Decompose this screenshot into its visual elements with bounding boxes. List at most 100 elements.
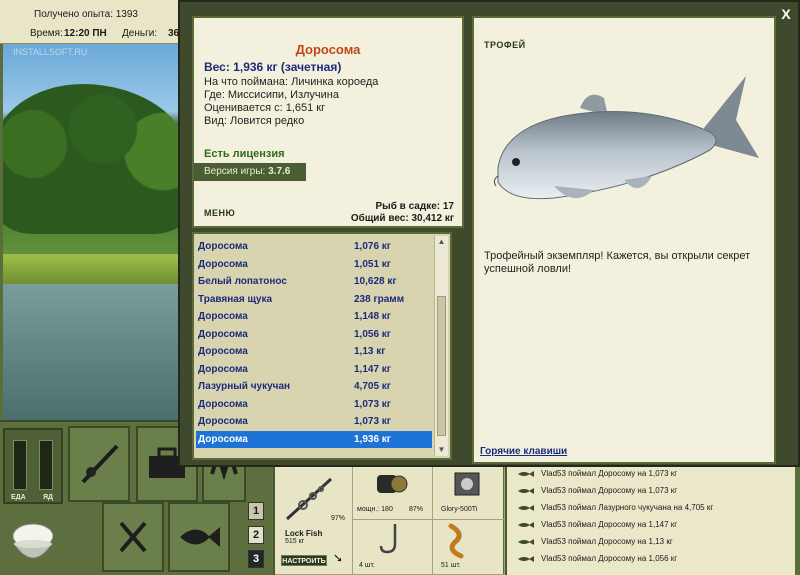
catch-fish-name: Доросома xyxy=(198,311,248,322)
catch-row[interactable]: Доросома 1,148 кг xyxy=(196,308,432,325)
cage-count: Рыб в садке: 17 xyxy=(375,201,454,212)
catch-fish-name: Лазурный чукучан xyxy=(198,381,291,392)
catch-row[interactable]: Доросома 1,056 кг xyxy=(196,326,432,343)
catch-row[interactable]: Доросома 1,936 кг xyxy=(196,430,432,448)
scroll-up-icon[interactable]: ▲ xyxy=(435,236,448,248)
reel-power: мощн.: 180 xyxy=(357,506,393,513)
kind-text: Вид: Ловится редко xyxy=(204,115,305,127)
trophy-panel: ТРОФЕЙ Трофейный экземпляр! Кажется, вы … xyxy=(472,16,776,464)
slot-1-button[interactable]: 1 xyxy=(248,502,264,520)
fish-name: Доросома xyxy=(295,42,361,57)
water xyxy=(3,284,179,420)
trophy-text: Трофейный экземпляр! Кажется, вы открыли… xyxy=(484,250,751,275)
tackle-inventory: 97% Lock Fish 515 кг НАСТРОИТЬ ➘ мощн.: … xyxy=(273,465,505,575)
reel-slot[interactable]: мощн.: 180 87% xyxy=(353,465,433,520)
catch-fish-weight: 1,051 кг xyxy=(354,258,391,270)
catch-row[interactable]: Доросома 1,073 кг xyxy=(196,396,432,413)
rod-slot[interactable]: 97% Lock Fish 515 кг НАСТРОИТЬ ➘ xyxy=(275,465,353,575)
bait-slot[interactable]: 51 шт. xyxy=(433,520,505,575)
catch-fish-weight: 10,628 кг xyxy=(354,276,397,287)
catch-row[interactable]: Травяная щука 238 грамм xyxy=(196,291,432,308)
catch-fish-weight: 238 грамм xyxy=(354,293,405,305)
line-name: Glory-500Ti xyxy=(441,506,478,513)
trees xyxy=(3,84,179,234)
line-spool-icon xyxy=(454,472,480,496)
catch-row[interactable]: Доросома 1,147 кг xyxy=(196,361,432,378)
setup-button[interactable]: НАСТРОИТЬ xyxy=(281,555,327,566)
hook-slot[interactable]: 4 шт. xyxy=(353,520,433,575)
reel-icon xyxy=(377,475,408,493)
slot-2-button[interactable]: 2 xyxy=(248,526,264,544)
bait-count: 51 шт. xyxy=(441,562,461,569)
scroll-thumb[interactable] xyxy=(437,296,446,436)
catch-log: Vlad53 поймал Доросому на 1,073 кг Vlad5… xyxy=(505,465,795,575)
fish-icon xyxy=(518,487,534,494)
catch-fish-name: Доросома xyxy=(198,363,248,375)
catch-list-scrollbar[interactable]: ▲ ▼ xyxy=(434,236,448,456)
game-version: Версия игры: 3.7.6 xyxy=(194,163,306,181)
hotkeys-link[interactable]: Горячие клавиши xyxy=(480,446,567,457)
catch-fish-weight: 1,073 кг xyxy=(354,416,391,427)
fish-icon xyxy=(518,470,534,477)
poison-label: ЯД xyxy=(43,494,54,501)
bread-bowl-icon[interactable] xyxy=(8,514,58,570)
rod-icon xyxy=(285,477,333,521)
fish-cage-button[interactable] xyxy=(168,502,230,572)
rod-tool-button[interactable] xyxy=(68,426,130,502)
larva-bait-icon xyxy=(448,523,464,559)
fishing-rod-icon xyxy=(81,444,119,484)
slot-3-button[interactable]: 3 xyxy=(248,550,264,568)
scroll-down-icon[interactable]: ▼ xyxy=(435,444,448,456)
catch-row[interactable]: Лазурный чукучан 4,705 кг xyxy=(196,378,432,395)
food-bar xyxy=(13,440,27,490)
catch-fish-name: Доросома xyxy=(198,416,248,427)
location-text: Где: Миссисипи, Излучина xyxy=(204,89,339,101)
catch-fish-weight: 1,073 кг xyxy=(354,398,391,410)
food-label: ЕДА xyxy=(11,494,26,501)
close-button[interactable]: X xyxy=(778,6,794,22)
catch-fish-weight: 1,13 кг xyxy=(354,346,386,357)
trophy-title: ТРОФЕЙ xyxy=(484,40,526,50)
fish-weight: Вес: 1,936 кг (зачетная) xyxy=(204,60,342,74)
catch-list[interactable]: Доросома 1,076 кг Доросома 1,051 кг Белый ло… xyxy=(192,232,452,460)
time-value: 12:20 ПН xyxy=(64,28,107,39)
fish-icon xyxy=(518,504,534,511)
fish-icon xyxy=(518,521,534,528)
menu-link[interactable]: МЕНЮ xyxy=(204,208,235,218)
rod-weight: 515 кг xyxy=(285,538,305,545)
catch-fish-name: Белый лопатонос xyxy=(198,276,287,287)
catch-row[interactable]: Доросома 1,13 кг xyxy=(196,343,432,360)
catch-row[interactable]: Доросома 1,076 кг xyxy=(196,238,432,255)
catch-fish-name: Доросома xyxy=(198,258,248,270)
catch-row[interactable]: Доросома 1,073 кг xyxy=(196,413,432,430)
catch-dialog: X Доросома Вес: 1,936 кг (зачетная) На ч… xyxy=(178,0,800,467)
catch-row[interactable]: Доросома 1,051 кг xyxy=(196,256,432,273)
experience-text: Получено опыта: 1393 xyxy=(34,9,138,20)
log-line: Vlad53 поймал Доросому на 1,13 кг xyxy=(517,533,795,550)
catch-fish-name: Доросома xyxy=(198,241,248,252)
meters-panel: ЕДА ЯД xyxy=(3,428,63,504)
catch-fish-name: Доросома xyxy=(198,433,248,445)
cage-summary: Рыб в садке: 17 Общий вес: 30,412 кг xyxy=(351,201,454,225)
catch-fish-weight: 1,148 кг xyxy=(354,311,391,322)
rod-name: Lock Fish xyxy=(285,529,323,538)
line-slot[interactable]: Glory-500Ti xyxy=(433,465,505,520)
lake-scene[interactable]: INSTALLSOFT.RU xyxy=(3,44,179,420)
status-bar: Получено опыта: 1393 Время: 12:20 ПН Ден… xyxy=(0,0,182,44)
log-line: Vlad53 поймал Лазурного чукучана на 4,70… xyxy=(517,499,795,516)
money-label: Деньги: xyxy=(122,28,158,39)
time-label: Время: xyxy=(30,28,63,39)
eat-button[interactable] xyxy=(102,502,164,572)
rated-from-text: Оценивается с: 1,651 кг xyxy=(204,102,326,114)
catch-fish-name: Доросома xyxy=(198,346,248,357)
catch-row[interactable]: Белый лопатонос 10,628 кг xyxy=(196,273,432,290)
watermark: INSTALLSOFT.RU xyxy=(13,47,88,57)
river-bank xyxy=(3,254,179,284)
hook-count: 4 шт. xyxy=(359,562,375,569)
poison-bar xyxy=(39,440,53,490)
catch-fish-weight: 1,936 кг xyxy=(354,433,391,445)
log-line: Vlad53 поймал Доросому на 1,073 кг xyxy=(517,465,795,482)
rod-percent: 97% xyxy=(331,515,346,522)
catch-fish-name: Травяная щука xyxy=(198,293,273,305)
fish-icon xyxy=(180,527,220,547)
